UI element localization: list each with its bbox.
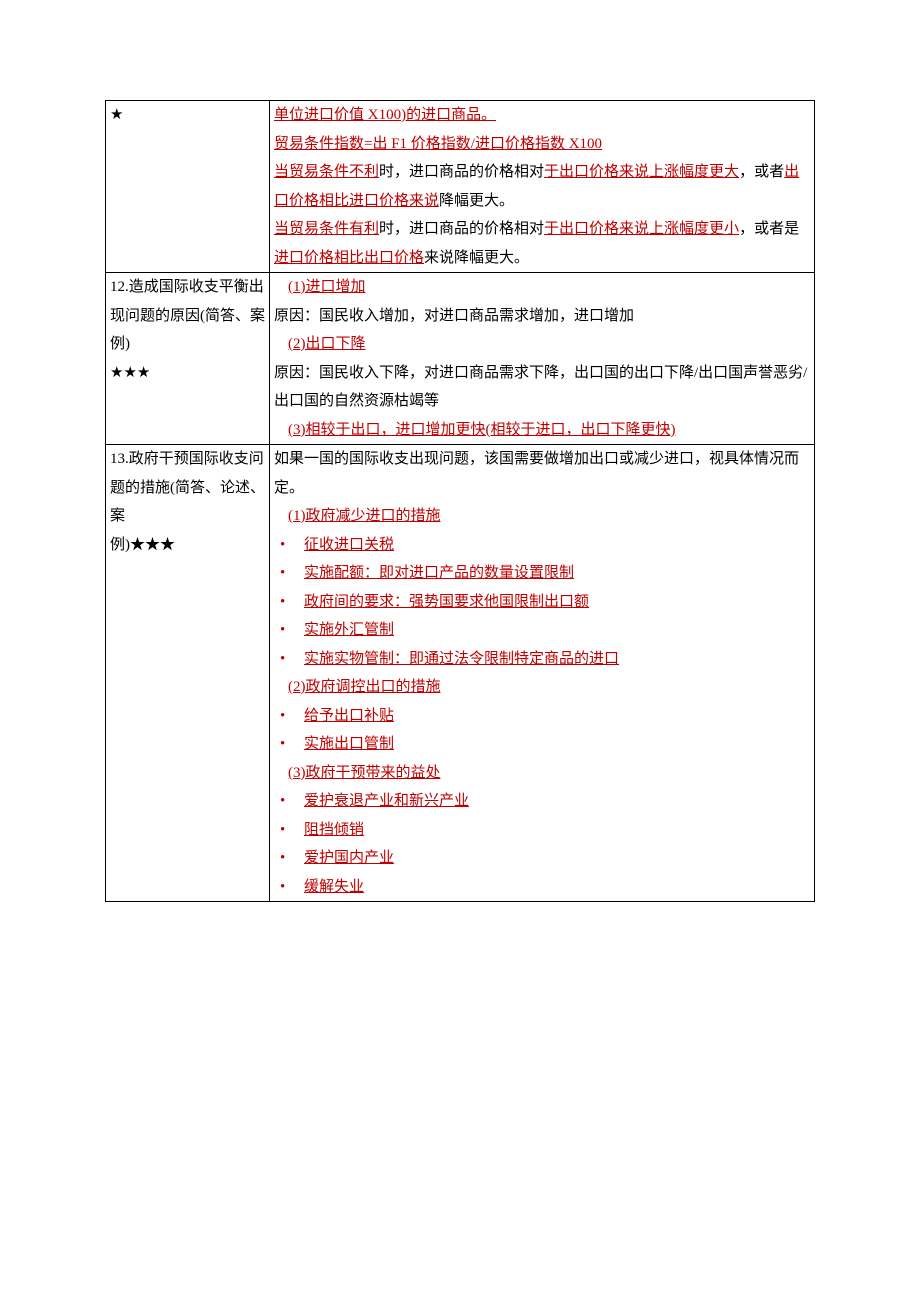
list-item: 政府间的要求：强势国要求他国限制出口额: [274, 588, 810, 617]
row-content-cell: 单位进口价值 X100)的进口商品。 贸易条件指数=出 F1 价格指数/进口价格…: [270, 101, 815, 273]
star-rating: ★★★: [110, 365, 150, 381]
list-item: 实施实物管制：即通过法令限制特定商品的进口: [274, 645, 810, 674]
text-line: 原因：国民收入增加，对进口商品需求增加，进口增加: [274, 302, 810, 331]
topic-title: 13.政府干预国际收支问题的措施(简答、论述、案: [110, 451, 265, 524]
list-item: 缓解失业: [274, 873, 810, 902]
list-item: 爱护国内产业: [274, 844, 810, 873]
intro-text: 如果一国的国际收支出现问题，该国需要做增加出口或减少进口，视具体情况而定。: [274, 445, 810, 502]
section-heading: (2)出口下降: [274, 330, 810, 359]
text-line: 单位进口价值 X100)的进口商品。: [274, 101, 810, 130]
section-heading: (2)政府调控出口的措施: [274, 673, 810, 702]
table-row: 13.政府干预国际收支问题的措施(简答、论述、案 例)★★★ 如果一国的国际收支…: [106, 445, 815, 902]
row-content-cell: (1)进口增加 原因：国民收入增加，对进口商品需求增加，进口增加 (2)出口下降…: [270, 273, 815, 445]
row-topic-cell: 13.政府干预国际收支问题的措施(简答、论述、案 例)★★★: [106, 445, 270, 902]
text-line: 当贸易条件有利时，进口商品的价格相对于出口价格来说上涨幅度更小，或者是进口价格相…: [274, 215, 810, 272]
list-item: 爱护衰退产业和新兴产业: [274, 787, 810, 816]
section-heading: (1)进口增加: [274, 273, 810, 302]
text-line: 贸易条件指数=出 F1 价格指数/进口价格指数 X100: [274, 130, 810, 159]
table-row: ★ 单位进口价值 X100)的进口商品。 贸易条件指数=出 F1 价格指数/进口…: [106, 101, 815, 273]
bullet-list: 给予出口补贴 实施出口管制: [274, 702, 810, 759]
row-topic-cell: ★: [106, 101, 270, 273]
row-topic-cell: 12.造成国际收支平衡出现问题的原因(简答、案例) ★★★: [106, 273, 270, 445]
text-line: 当贸易条件不利时，进口商品的价格相对于出口价格来说上涨幅度更大，或者出口价格相比…: [274, 158, 810, 215]
bullet-list: 爱护衰退产业和新兴产业 阻挡倾销 爱护国内产业 缓解失业: [274, 787, 810, 901]
bullet-list: 征收进口关税 实施配额：即对进口产品的数量设置限制 政府间的要求：强势国要求他国…: [274, 531, 810, 674]
text-line: 原因：国民收入下降，对进口商品需求下降，出口国的出口下降/出口国声誉恶劣/出口国…: [274, 359, 810, 416]
table-row: 12.造成国际收支平衡出现问题的原因(简答、案例) ★★★ (1)进口增加 原因…: [106, 273, 815, 445]
topic-title: 12.造成国际收支平衡出现问题的原因(简答、案例): [110, 279, 265, 352]
star-rating: ★★★: [130, 537, 175, 553]
list-item: 给予出口补贴: [274, 702, 810, 731]
section-heading: (3)政府干预带来的益处: [274, 759, 810, 788]
section-heading: (1)政府减少进口的措施: [274, 502, 810, 531]
list-item: 阻挡倾销: [274, 816, 810, 845]
study-notes-table: ★ 单位进口价值 X100)的进口商品。 贸易条件指数=出 F1 价格指数/进口…: [105, 100, 815, 902]
row-content-cell: 如果一国的国际收支出现问题，该国需要做增加出口或减少进口，视具体情况而定。 (1…: [270, 445, 815, 902]
list-item: 实施外汇管制: [274, 616, 810, 645]
section-heading: (3)相较于出口，进口增加更快(相较于进口，出口下降更快): [274, 416, 810, 445]
list-item: 征收进口关税: [274, 531, 810, 560]
star-rating: ★: [110, 107, 123, 123]
list-item: 实施出口管制: [274, 730, 810, 759]
list-item: 实施配额：即对进口产品的数量设置限制: [274, 559, 810, 588]
topic-title-cont: 例): [110, 537, 130, 553]
